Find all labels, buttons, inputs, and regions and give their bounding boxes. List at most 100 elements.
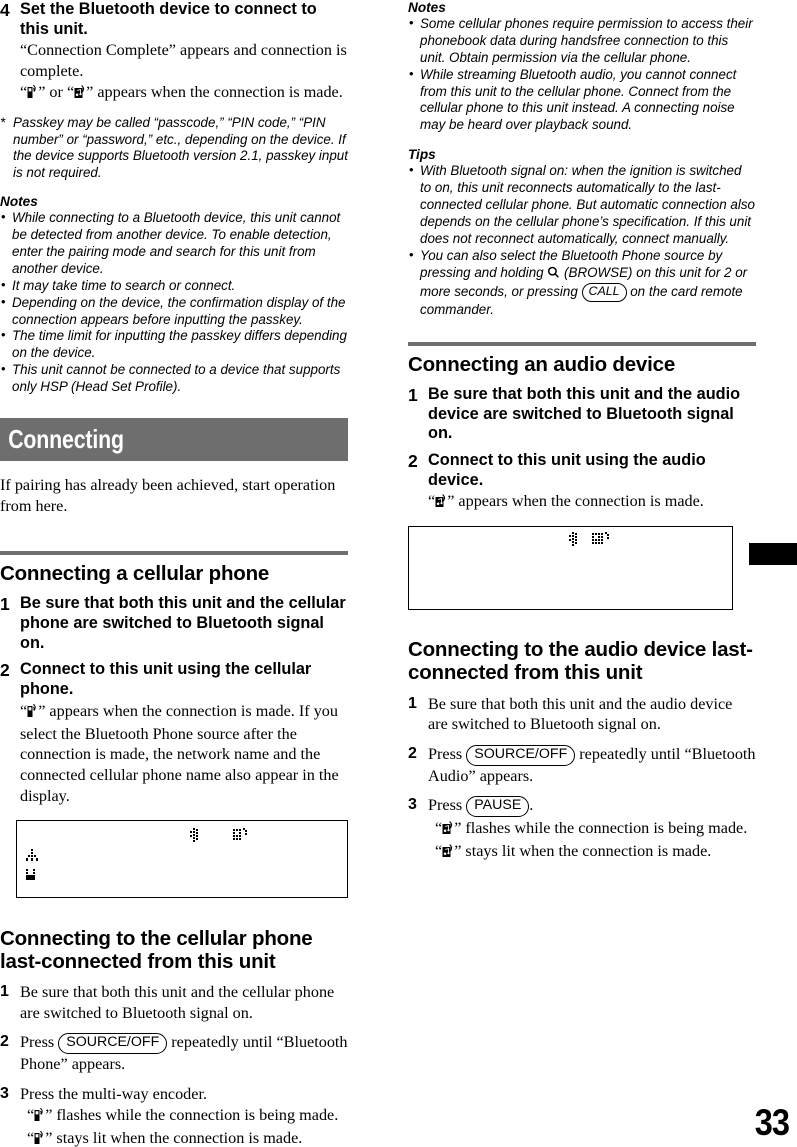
passkey-footnote: * Passkey may be called “passcode,” “PIN… (0, 115, 348, 183)
step-body: Press PAUSE. “” flashes while the connec… (428, 795, 756, 863)
step-number: 1 (0, 982, 9, 1000)
quote-open: “ (20, 82, 28, 101)
left-column: 4 Set the Bluetooth device to connect to… (0, 0, 348, 1147)
step-body: Be sure that both this unit and the cell… (20, 594, 348, 653)
quote-mid: ” or “ (38, 82, 75, 101)
step-text: Be sure that both this unit and the cell… (20, 982, 335, 1022)
notes-list: While connecting to a Bluetooth device, … (0, 209, 348, 396)
step-number: 2 (408, 745, 417, 762)
list-item: Some cellular phones require permission … (408, 15, 756, 67)
section-heading: Connecting an audio device (408, 352, 676, 376)
lcd-icon-pairing (566, 531, 582, 547)
tips-list: With Bluetooth signal on: when the ignit… (408, 162, 756, 319)
lcd-icon-phone-signal (25, 868, 39, 882)
step-title: Set the Bluetooth device to connect to t… (20, 0, 317, 38)
list-item: While connecting to a Bluetooth device, … (0, 209, 348, 278)
bluetooth-phone-icon (34, 1107, 45, 1128)
step-number: 3 (0, 1084, 9, 1102)
step-body: Set the Bluetooth device to connect to t… (20, 0, 348, 105)
section-heading: Connecting a cellular phone (0, 562, 270, 586)
bluetooth-phone-icon (34, 1130, 45, 1147)
step-title: Be sure that both this unit and the audi… (428, 384, 741, 443)
press-label: Press (428, 745, 467, 763)
footnote-text: Passkey may be called “passcode,” “PIN c… (13, 114, 348, 181)
step-body: Be sure that both this unit and the audi… (428, 694, 756, 735)
section-heading: Connecting to the cellular phone last-con… (0, 927, 348, 973)
step-2: 2 Press SOURCE/OFF repeatedly until “Blu… (0, 1032, 348, 1074)
step-2: 2 Connect to this unit using the cellula… (0, 660, 348, 806)
manual-page: 4 Set the Bluetooth device to connect to… (0, 0, 797, 1147)
list-item: You can also select the Bluetooth Phone … (408, 247, 756, 319)
right-notes-block: Notes Some cellular phones require permi… (408, 0, 756, 134)
step-body: Press the multi-way encoder. “” flashes … (20, 1084, 348, 1147)
lcd-icon-antenna (25, 848, 39, 863)
step-number: 2 (0, 1033, 9, 1051)
bluetooth-audio-icon (435, 493, 447, 514)
step-desc-line1: “Connection Complete” appears and connec… (20, 41, 347, 81)
right-column: Notes Some cellular phones require permi… (408, 0, 756, 872)
quote-open: “ (435, 818, 443, 837)
tips-title: Tips (408, 147, 436, 163)
step-number: 2 (0, 660, 10, 681)
notes-list: Some cellular phones require permission … (408, 15, 756, 135)
step-1: 1 Be sure that both this unit and the au… (408, 385, 756, 444)
step-description: “” flashes while the connection is being… (435, 818, 756, 863)
page-edge-tab (749, 543, 797, 565)
step-3: 3 Press the multi-way encoder. “” flashe… (0, 1084, 348, 1147)
list-item: The time limit for inputting the passkey… (0, 327, 348, 362)
quote-close: ” appears when the connection is made. (86, 82, 343, 101)
list-item: While streaming Bluetooth audio, you can… (408, 66, 756, 135)
step-3: 3 Press PAUSE. “” flashes while the conn… (408, 795, 756, 863)
left-notes-block: Notes While connecting to a Bluetooth de… (0, 194, 348, 396)
notes-title: Notes (0, 194, 38, 210)
source-off-button[interactable]: SOURCE/OFF (466, 745, 576, 766)
list-item: With Bluetooth signal on: when the ignit… (408, 162, 756, 247)
step-text: Press the multi-way encoder. (20, 1084, 208, 1103)
display-illustration-cellular (16, 819, 348, 898)
step-text: Be sure that both this unit and the audi… (428, 694, 733, 734)
step-title: Be sure that both this unit and the cell… (20, 594, 346, 652)
step-text: Press SOURCE/OFF repeatedly until “Bluet… (20, 1032, 348, 1074)
step-body: Connect to this unit using the audio dev… (428, 451, 756, 514)
quote-close: ” appears when the connection is made. I… (20, 701, 339, 805)
section-heading: Connecting to the audio device last-conn… (408, 638, 756, 684)
lcd-icon-bluetooth-audio (232, 827, 250, 843)
section-audio-last-connected: Connecting to the audio device last-conn… (408, 638, 756, 863)
press-label: Press (20, 1033, 59, 1052)
step-description: “” appears when the connection is made. … (20, 701, 348, 807)
step-number: 2 (408, 451, 418, 472)
bluetooth-phone-icon (27, 703, 38, 724)
pause-button[interactable]: PAUSE (466, 796, 530, 817)
heading-line-2: last-connected from this unit (0, 949, 276, 973)
step-body: Press SOURCE/OFF repeatedly until “Bluet… (428, 744, 756, 786)
step-title: Connect to this unit using the cellular … (20, 660, 312, 699)
step-title: Connect to this unit using the audio dev… (428, 451, 706, 489)
bluetooth-audio-icon (74, 84, 86, 105)
chapter-banner-label: Connecting (0, 418, 348, 461)
step-description: “ ” appears when the connection is made. (428, 491, 756, 514)
quote-close: ” appears when the connection is made. (447, 492, 704, 511)
step-number: 4 (0, 0, 10, 20)
list-item: It may take time to search or connect. (0, 277, 348, 295)
step-description: “” flashes while the connection is being… (27, 1105, 348, 1147)
notes-title: Notes (408, 0, 446, 15)
heading-line-1: Connecting to the audio device last- (408, 638, 753, 662)
quote-open: “ (428, 492, 436, 511)
quote-close: ” stays lit when the connection is made. (45, 1129, 303, 1147)
source-off-button[interactable]: SOURCE/OFF (58, 1033, 168, 1054)
right-tips-block: Tips With Bluetooth signal on: when the … (408, 147, 756, 319)
step-body: Connect to this unit using the cellular … (20, 660, 348, 806)
step-body: Press SOURCE/OFF repeatedly until “Bluet… (20, 1032, 348, 1074)
step-2: 2 Press SOURCE/OFF repeatedly until “Blu… (408, 744, 756, 786)
section-cellular-last-connected: Connecting to the cellular phone last-con… (0, 927, 348, 1147)
step-description: “Connection Complete” appears and connec… (20, 40, 348, 104)
section-rule (0, 551, 348, 556)
step-text: Press PAUSE. (428, 795, 756, 817)
page-number: 33 (754, 1102, 790, 1143)
step-body: Be sure that both this unit and the audi… (428, 385, 756, 444)
step-number: 3 (408, 796, 417, 814)
section-connecting-audio: Connecting an audio device 1 Be sure tha… (408, 341, 756, 611)
step-1: 1 Be sure that both this unit and the ce… (0, 594, 348, 653)
step-body: Be sure that both this unit and the cell… (20, 982, 348, 1023)
call-button[interactable]: CALL (581, 283, 627, 302)
